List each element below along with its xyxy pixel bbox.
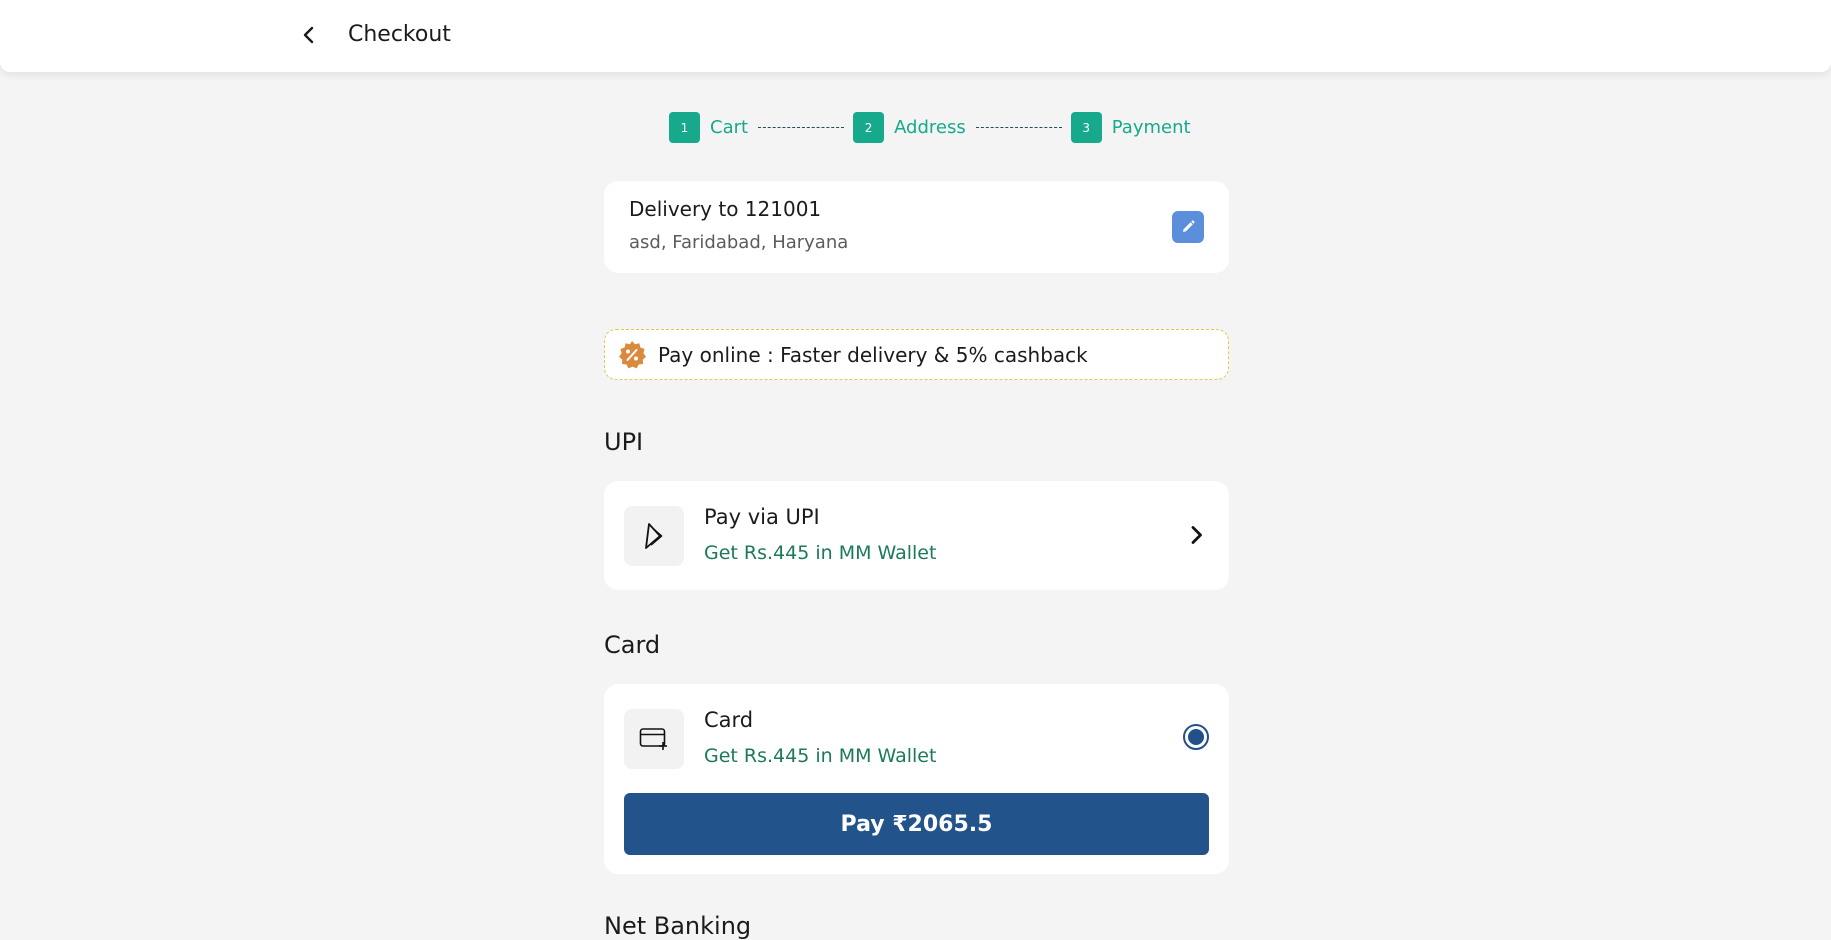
step-label: Cart <box>710 117 749 138</box>
card-payment-option[interactable]: Card Get Rs.445 in MM Wallet Pay ₹2065.5 <box>604 684 1229 874</box>
cashback-promo-banner: Pay online : Faster delivery & 5% cashba… <box>604 329 1229 380</box>
upi-section-heading: UPI <box>604 428 644 456</box>
pencil-icon <box>1183 220 1195 232</box>
promo-text: Pay online : Faster delivery & 5% cashba… <box>658 342 1088 367</box>
step-connector <box>758 127 845 128</box>
upi-open-button[interactable] <box>1183 521 1211 549</box>
card-add-glyph <box>639 728 667 750</box>
pay-button[interactable]: Pay ₹2065.5 <box>624 793 1209 855</box>
radio-selected-dot <box>1188 729 1204 745</box>
step-label: Payment <box>1111 117 1191 138</box>
credit-card-icon <box>624 709 684 769</box>
checkout-stepper: 1 Cart 2 Address 3 Payment <box>669 112 1191 143</box>
step-number: 3 <box>1070 112 1102 143</box>
upi-payment-option[interactable]: Pay via UPI Get Rs.445 in MM Wallet <box>604 481 1229 590</box>
step-connector <box>975 127 1062 128</box>
upi-icon <box>624 506 684 566</box>
delivery-address-card: Delivery to 121001 asd, Faridabad, Harya… <box>604 181 1229 273</box>
card-section-heading: Card <box>604 631 661 659</box>
step-address[interactable]: 2 Address <box>853 112 966 143</box>
discount-badge-icon <box>619 340 646 368</box>
back-button[interactable] <box>296 22 322 48</box>
card-option-subtitle: Get Rs.445 in MM Wallet <box>704 745 937 767</box>
delivery-title: Delivery to 121001 <box>629 197 822 221</box>
step-label: Address <box>894 117 966 138</box>
step-cart[interactable]: 1 Cart <box>669 112 748 143</box>
page-title: Checkout <box>348 22 451 47</box>
edit-address-button[interactable] <box>1172 211 1204 243</box>
step-payment: 3 Payment <box>1070 112 1191 143</box>
app-header: Checkout <box>0 0 1831 72</box>
delivery-address: asd, Faridabad, Haryana <box>629 232 849 253</box>
card-option-title: Card <box>704 708 754 732</box>
chevron-right-icon <box>1191 526 1202 544</box>
step-number: 1 <box>669 112 700 143</box>
net-banking-section-heading: Net Banking <box>604 912 752 940</box>
chevron-left-icon <box>303 26 314 44</box>
card-radio-button[interactable] <box>1183 724 1209 750</box>
upi-option-subtitle: Get Rs.445 in MM Wallet <box>704 542 937 564</box>
upi-logo-glyph <box>645 523 663 549</box>
upi-option-title: Pay via UPI <box>704 505 820 529</box>
step-number: 2 <box>853 112 885 143</box>
